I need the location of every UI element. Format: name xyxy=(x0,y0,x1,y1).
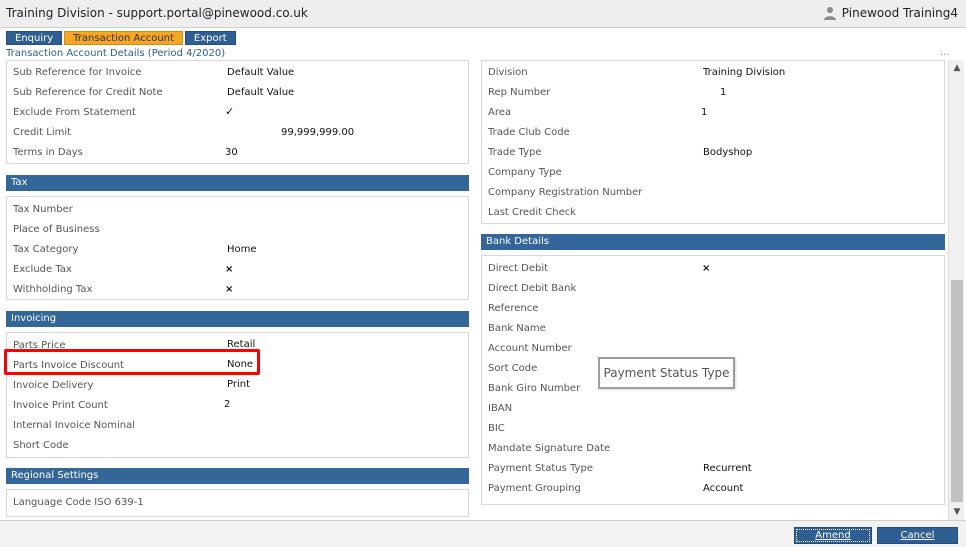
regional-box: Language Code ISO 639-1 xyxy=(6,489,469,517)
detail-row: Company Type xyxy=(488,167,562,178)
window-title: Training Division - support.portal@pinew… xyxy=(6,6,308,20)
detail-row: Short Code xyxy=(13,440,69,451)
vertical-scrollbar[interactable]: ▲ ▼ xyxy=(948,60,964,520)
highlight-box xyxy=(4,349,260,375)
account-settings-box: Sub Reference for Invoice Default Value … xyxy=(6,60,469,164)
detail-row: Withholding Tax × xyxy=(13,284,234,295)
tax-section-header: Tax xyxy=(6,175,469,191)
tab-transaction-account[interactable]: Transaction Account xyxy=(64,31,183,45)
detail-row: Last Credit Check xyxy=(488,207,577,218)
detail-row: Tax Category Home xyxy=(13,244,257,255)
tab-export[interactable]: Export xyxy=(184,31,236,45)
cross-icon: × xyxy=(225,264,234,275)
detail-row: Credit Limit 99,999,999.00 xyxy=(13,127,355,138)
detail-row: Sub Reference for Invoice Default Value xyxy=(13,67,295,78)
detail-row: Exclude From Statement ✓ xyxy=(13,105,235,118)
detail-row: Invoice Delivery Print xyxy=(13,379,251,391)
tax-box: Tax Number Place of Business Tax Categor… xyxy=(6,196,469,300)
detail-row: Rep Number 1 xyxy=(488,87,727,98)
page-subtitle: Transaction Account Details (Period 4/20… xyxy=(6,48,226,59)
detail-row: Invoice Print Count 2 xyxy=(13,399,231,411)
detail-row: Payment Status Type Recurrent xyxy=(488,463,752,474)
invoicing-section-header: Invoicing xyxy=(6,311,469,327)
detail-row: Sub Reference for Credit Note Default Va… xyxy=(13,87,295,98)
scroll-down-icon[interactable]: ▼ xyxy=(949,504,965,520)
cancel-button[interactable]: Cancel xyxy=(877,527,958,544)
detail-row: BIC xyxy=(488,423,505,434)
cross-icon: × xyxy=(225,284,234,295)
detail-row: Language Code ISO 639-1 xyxy=(13,497,144,508)
footer-bar: Amend Cancel xyxy=(0,520,966,547)
detail-row: Bank Name xyxy=(488,323,546,334)
detail-row: Payment Grouping Account xyxy=(488,483,744,494)
detail-row: Trade Type Bodyshop xyxy=(488,147,753,158)
detail-row: Account Number xyxy=(488,343,572,354)
detail-row: Tax Number xyxy=(13,204,73,215)
amend-button[interactable]: Amend xyxy=(794,527,872,544)
detail-row: Direct Debit Bank xyxy=(488,283,577,294)
details-panel: Sub Reference for Invoice Default Value … xyxy=(0,60,948,520)
detail-row: Internal Invoice Nominal xyxy=(13,420,136,431)
title-bar: Training Division - support.portal@pinew… xyxy=(0,0,966,28)
user-icon xyxy=(823,7,836,20)
scroll-thumb[interactable] xyxy=(951,280,963,502)
detail-row: Division Training Division xyxy=(488,67,786,78)
user-menu[interactable]: Pinewood Training4 xyxy=(823,6,958,20)
scroll-up-icon[interactable]: ▲ xyxy=(949,60,965,76)
regional-section-header: Regional Settings xyxy=(6,468,469,484)
tick-icon: ✓ xyxy=(225,105,235,118)
tab-enquiry[interactable]: Enquiry xyxy=(6,31,63,45)
bank-section-header: Bank Details xyxy=(481,234,945,250)
tooltip: Payment Status Type xyxy=(598,357,735,389)
cross-icon: × xyxy=(702,263,711,274)
tab-bar: Enquiry Transaction Account Export xyxy=(6,31,236,45)
detail-row: Trade Club Code xyxy=(488,127,570,138)
detail-row: Direct Debit × xyxy=(488,263,711,274)
detail-row: Terms in Days 30 xyxy=(13,147,238,158)
detail-row: Area 1 xyxy=(488,107,708,118)
detail-row: Reference xyxy=(488,303,539,314)
detail-row: Exclude Tax × xyxy=(13,264,234,275)
company-details-box: Division Training Division Rep Number 1 … xyxy=(481,60,945,224)
detail-row: Mandate Signature Date xyxy=(488,443,611,454)
detail-row: Place of Business xyxy=(13,224,100,235)
user-name: Pinewood Training4 xyxy=(841,6,958,20)
detail-row: Company Registration Number xyxy=(488,187,643,198)
more-indicator: ... xyxy=(940,47,950,58)
detail-row: IBAN xyxy=(488,403,513,414)
